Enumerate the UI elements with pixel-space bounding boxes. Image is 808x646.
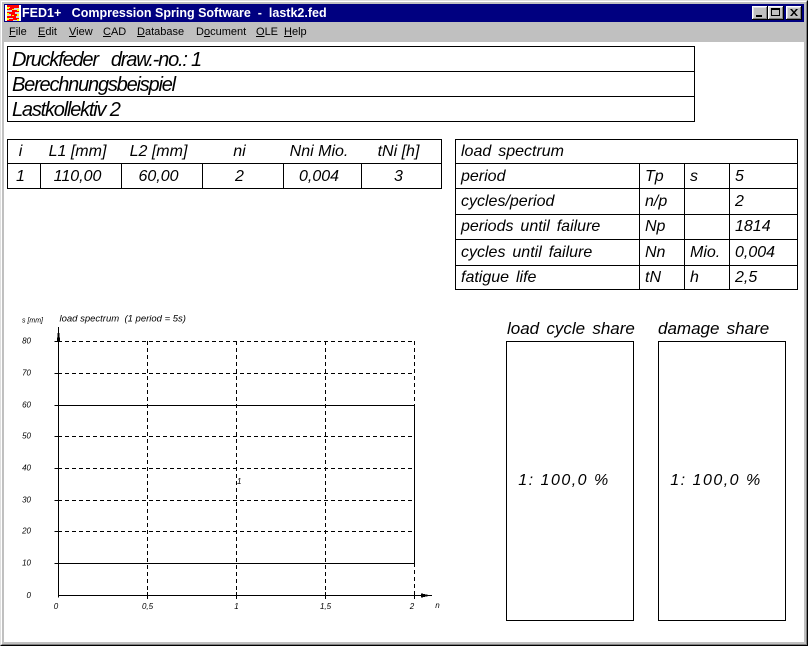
svg-text:80: 80 (22, 337, 31, 346)
svg-text:70: 70 (22, 369, 31, 378)
svg-text:20: 20 (21, 527, 31, 536)
svg-text:40: 40 (22, 464, 31, 473)
svg-text:1: 1 (234, 602, 238, 611)
svg-text:load spectrum (1 period = 5s): load spectrum (1 period = 5s) (60, 314, 186, 325)
svg-text:n: n (435, 601, 440, 610)
svg-text:60: 60 (22, 401, 31, 410)
svg-text:1: 1 (237, 477, 241, 486)
svg-text:1,5: 1,5 (320, 602, 332, 611)
svg-text:0: 0 (27, 591, 32, 600)
svg-text:50: 50 (22, 432, 31, 441)
svg-text:2: 2 (409, 602, 415, 611)
svg-text:0: 0 (54, 602, 59, 611)
svg-text:0,5: 0,5 (142, 602, 154, 611)
svg-text:30: 30 (22, 496, 31, 505)
svg-text:s [mm]: s [mm] (22, 318, 44, 325)
svg-text:10: 10 (22, 559, 31, 568)
